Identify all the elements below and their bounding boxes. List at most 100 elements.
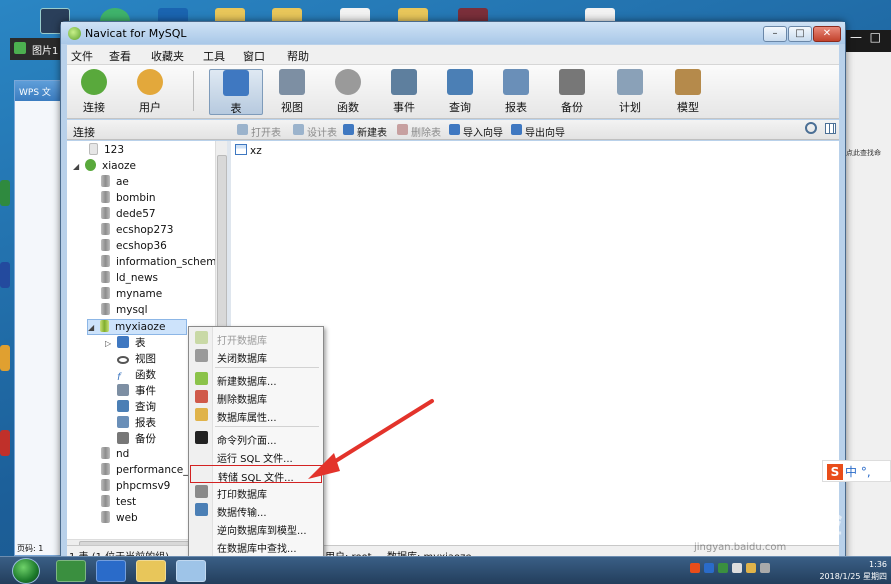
toolbar-schedule-label: 计划 [619,101,641,114]
tree-node-reports[interactable]: 报表 [117,415,156,431]
toolbar-report-button[interactable]: 报表 [489,69,543,115]
tree-node-views[interactable]: 视图 [117,351,156,367]
tray-icon[interactable] [746,563,756,573]
tray-icon[interactable] [760,563,770,573]
title-bar[interactable]: Navicat for MySQL – □ ✕ [61,22,845,44]
background-wps-window[interactable]: WPS 文 页码: 1 [14,80,62,556]
database-icon [101,207,110,219]
tree-node-123[interactable]: 123 [89,143,124,159]
menu-favorites[interactable]: 收藏夹 [151,48,184,64]
navicat-window: Navicat for MySQL – □ ✕ 文件 查看 收藏夹 工具 窗口 … [60,21,846,563]
taskbar-app-1[interactable] [56,560,86,582]
ime-toolbar[interactable]: S中 °, [822,460,891,482]
toolbar-event-button[interactable]: 事件 [377,69,431,115]
toolbar-table-button[interactable]: 表 [209,69,263,115]
tree-node-label: myxiaoze [115,321,166,333]
new-table-button[interactable]: 新建表 [343,124,387,139]
toolbar-view-button[interactable]: 视图 [265,69,319,115]
tree-node-bombin[interactable]: bombin [101,191,156,207]
menu-view[interactable]: 查看 [109,48,131,64]
close-button[interactable]: ✕ [813,26,841,42]
taskbar: 1:36 2018/1/25 星期四 [0,556,891,584]
table-item-label: xz [250,145,262,157]
tray-icon[interactable] [704,563,714,573]
taskbar-app-4[interactable] [176,560,206,582]
menu-item-data-transfer[interactable]: 数据传输... [190,501,322,519]
grid-view-icon[interactable] [825,123,836,134]
open-table-button[interactable]: 打开表 [237,124,281,139]
menu-window[interactable]: 窗口 [243,48,265,64]
tree-node-nd[interactable]: nd [101,447,129,463]
event-icon [391,69,417,95]
tree-node-ecshop36[interactable]: ecshop36 [101,239,167,255]
menu-item-label: 在数据库中查找... [217,544,297,555]
menu-file[interactable]: 文件 [71,48,93,64]
table-folder-icon [117,336,129,348]
tray-icon[interactable] [718,563,728,573]
import-wizard-button[interactable]: 导入向导 [449,124,503,139]
maximize-button[interactable]: □ [788,26,812,42]
taskbar-app-3[interactable] [136,560,166,582]
menu-item-close-database[interactable]: 关闭数据库 [190,347,322,365]
tree-node-myxiaoze[interactable]: ◢ myxiaoze [87,319,187,335]
tree-node-dede57[interactable]: dede57 [101,207,156,223]
tree-node-ecshop273[interactable]: ecshop273 [101,223,174,239]
tray-icon[interactable] [690,563,700,573]
menu-tools[interactable]: 工具 [203,48,225,64]
toolbar-model-button[interactable]: 模型 [661,69,715,115]
export-wizard-button[interactable]: 导出向导 [511,124,565,139]
expand-arrow-icon[interactable]: ▷ [105,339,113,348]
table-item-xz[interactable]: xz [235,144,262,157]
schedule-icon [617,69,643,95]
menu-item-open-database[interactable]: 打开数据库 [190,329,322,347]
toolbar-user-button[interactable]: 用户 [123,69,177,115]
tree-node-mysql[interactable]: mysql [101,303,148,319]
collapse-arrow-icon[interactable]: ◢ [88,323,96,332]
tree-node-label: 报表 [135,417,156,429]
tree-node-ae[interactable]: ae [101,175,129,191]
start-button[interactable] [12,558,40,584]
minimize-button[interactable]: – [763,26,787,42]
tree-node-label: dede57 [116,208,156,220]
tree-node-events[interactable]: 事件 [117,383,156,399]
toolbar-schedule-button[interactable]: 计划 [603,69,657,115]
tree-node-queries[interactable]: 查询 [117,399,156,415]
search-icon[interactable] [805,122,817,134]
tray-icon[interactable] [732,563,742,573]
desktop-icon-side-3[interactable] [0,345,10,371]
desktop-icon-side-1[interactable] [0,180,10,206]
menu-help[interactable]: 帮助 [287,48,309,64]
desktop-icon-side-2[interactable] [0,262,10,288]
picture-icon [14,42,26,54]
menu-item-find-in-database[interactable]: 在数据库中查找... [190,537,322,555]
toolbar-backup-button[interactable]: 备份 [545,69,599,115]
desktop-icon-side-4[interactable] [0,430,10,456]
tree-node-backups[interactable]: 备份 [117,431,156,447]
menu-item-new-database[interactable]: 新建数据库... [190,370,322,388]
menu-item-reverse-to-model[interactable]: 逆向数据库到模型... [190,519,322,537]
toolbar-separator [193,71,194,111]
taskbar-app-2[interactable] [96,560,126,582]
tree-node-phpcmsv9[interactable]: phpcmsv9 [101,479,170,495]
menu-item-print-database[interactable]: 打印数据库 [190,483,322,501]
design-table-label: 设计表 [307,128,337,139]
tree-node-ld-news[interactable]: ld_news [101,271,158,287]
delete-table-button[interactable]: 删除表 [397,124,441,139]
toolbar-connect-button[interactable]: 连接 [67,69,121,115]
delete-table-icon [397,124,408,135]
toolbar-function-button[interactable]: 函数 [321,69,375,115]
design-table-button[interactable]: 设计表 [293,124,337,139]
tree-node-test[interactable]: test [101,495,136,511]
clock[interactable]: 1:36 2018/1/25 星期四 [819,559,887,583]
tree-node-web[interactable]: web [101,511,138,527]
tree-node-tables[interactable]: ▷ 表 [105,335,146,351]
right-window-controls[interactable]: — □ [846,30,891,52]
tree-node-xiaoze[interactable]: ◢ xiaoze [73,159,136,175]
menu-item-label: 运行 SQL 文件... [217,454,293,465]
tree-node-label: information_schema [116,256,215,268]
tree-node-myname[interactable]: myname [101,287,162,303]
tree-node-information-schema[interactable]: information_schema [101,255,215,271]
collapse-arrow-icon[interactable]: ◢ [73,162,81,171]
toolbar-query-button[interactable]: 查询 [433,69,487,115]
tree-node-functions[interactable]: f 函数 [117,367,156,383]
